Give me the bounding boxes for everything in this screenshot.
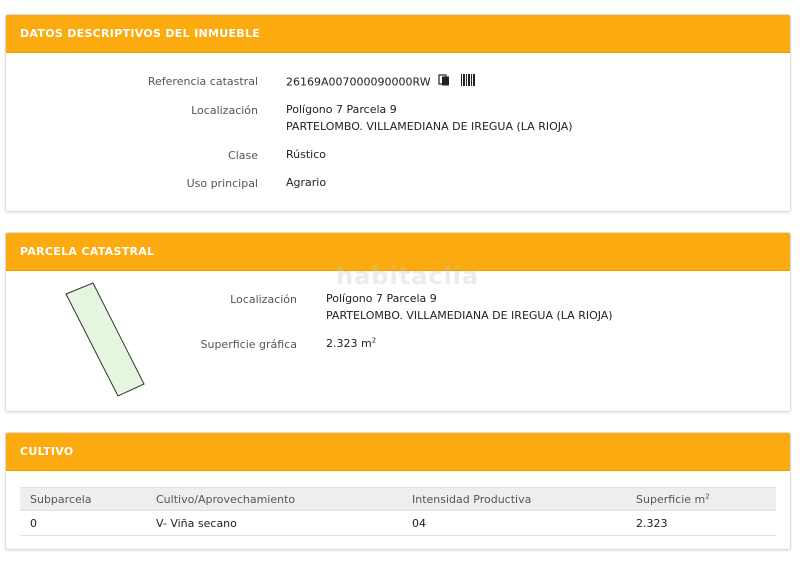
referencia-value: 26169A007000090000RW [286,74,481,91]
th-subparcela: Subparcela [20,487,146,511]
th-superficie: Superficie m2 [626,487,776,511]
th-intensidad: Intensidad Productiva [402,487,626,511]
copy-icon[interactable] [438,74,451,91]
datos-descriptivos-panel: DATOS DESCRIPTIVOS DEL INMUEBLE Referenc… [5,14,791,212]
parcel-shape [65,282,145,397]
parcela-localizacion-label: Localización [230,293,297,306]
superficie-value: 2.323 m2 [326,336,377,350]
cell-superficie: 2.323 [626,510,776,536]
table-header-row: Subparcela Cultivo/Aprovechamiento Inten… [20,487,776,511]
localizacion-line2: PARTELOMBO. VILLAMEDIANA DE IREGUA (LA R… [286,120,573,133]
th-cultivo: Cultivo/Aprovechamiento [146,487,402,511]
barcode-icon[interactable] [460,74,475,91]
referencia-label: Referencia catastral [147,75,258,88]
watermark: habitaclia [336,262,480,290]
panel-title: CULTIVO [6,433,790,471]
parcela-localizacion-line1: Polígono 7 Parcela 9 [326,292,437,305]
localizacion-label: Localización [191,104,258,117]
table-row: 0 V- Viña secano 04 2.323 [20,510,776,536]
uso-label: Uso principal [186,177,258,190]
parcel-map[interactable] [56,278,166,403]
cell-subparcela: 0 [20,510,146,536]
cell-cultivo: V- Viña secano [146,510,402,536]
uso-value: Agrario [286,176,327,189]
superficie-label: Superficie gráfica [200,338,298,351]
cultivo-panel: CULTIVO Subparcela Cultivo/Aprovechamien… [5,432,791,550]
clase-value: Rústico [286,148,326,161]
superficie-unit-sup: 2 [371,336,377,345]
referencia-text[interactable]: 26169A007000090000RW [286,76,431,89]
cell-intensidad: 04 [402,510,626,536]
parcela-localizacion-line2: PARTELOMBO. VILLAMEDIANA DE IREGUA (LA R… [326,309,613,322]
cultivo-table: Subparcela Cultivo/Aprovechamiento Inten… [20,487,776,536]
parcela-catastral-panel: PARCELA CATASTRAL Localización Polígono … [5,232,791,412]
localizacion-line1: Polígono 7 Parcela 9 [286,103,397,116]
clase-label: Clase [228,149,258,162]
panel-title: DATOS DESCRIPTIVOS DEL INMUEBLE [6,15,790,53]
